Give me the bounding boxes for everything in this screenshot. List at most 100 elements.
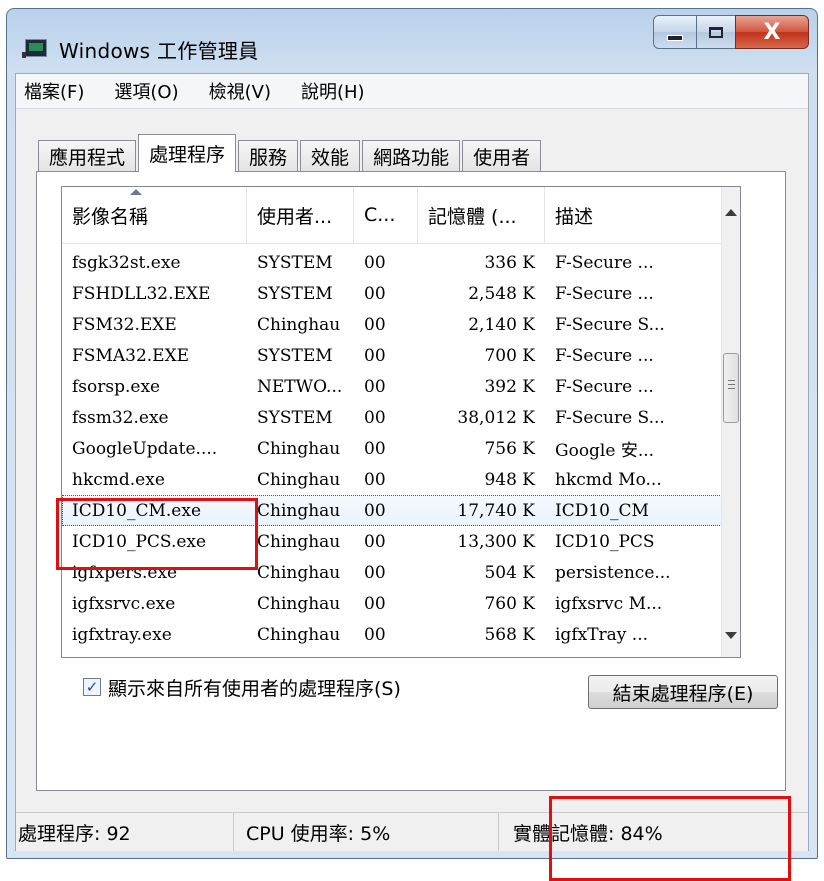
tab-performance[interactable]: 效能: [300, 140, 361, 172]
column-image-name[interactable]: 影像名稱: [62, 187, 247, 243]
cell-user-name: Chinghau: [257, 469, 341, 490]
menu-bar: 檔案(F) 選項(O) 檢視(V) 說明(H): [16, 74, 808, 109]
cell-image-name: FSHDLL32.EXE: [72, 283, 211, 304]
status-cpu-usage: CPU 使用率: 5%: [234, 813, 499, 851]
thumb-grip-line: [728, 388, 735, 389]
cell-description: F-Secure ...: [555, 376, 654, 397]
cell-user-name: Chinghau: [257, 314, 341, 335]
tab-applications[interactable]: 應用程式: [38, 140, 137, 172]
cell-memory: 760 K: [484, 593, 535, 614]
column-cpu[interactable]: C...: [354, 187, 418, 243]
menu-file[interactable]: 檔案(F): [20, 76, 88, 106]
annotation-highlight-end-process: [549, 796, 791, 881]
cell-memory: 756 K: [484, 438, 535, 459]
table-row[interactable]: GoogleUpdate.... Chinghau 00 756 K Google 安.…: [62, 433, 724, 464]
cell-description: ICD10_PCS: [555, 531, 655, 552]
process-list[interactable]: 影像名稱 使用者... C... 記憶體 (... 描述 fsgk32st.ex…: [61, 186, 741, 658]
cell-image-name: hkcmd.exe: [72, 469, 165, 490]
end-process-button[interactable]: 結束處理程序(E): [588, 675, 778, 709]
task-manager-app-icon: [22, 39, 47, 58]
scroll-up-icon[interactable]: [725, 209, 737, 216]
column-description[interactable]: 描述: [545, 187, 724, 243]
client-area: 檔案(F) 選項(O) 檢視(V) 說明(H) 應用程式 處理程序 服務 效能 …: [15, 73, 809, 851]
task-manager-window: Windows 工作管理員 X 檔案(F) 選項(O) 檢視(V) 說明(H) …: [6, 8, 818, 859]
cell-image-name: fsorsp.exe: [72, 376, 161, 397]
cell-cpu: 00: [364, 438, 386, 459]
column-image-name-label: 影像名稱: [72, 205, 149, 228]
thumb-grip-line: [728, 384, 735, 385]
cell-description: F-Secure ...: [555, 283, 654, 304]
cell-user-name: Chinghau: [257, 593, 341, 614]
annotation-highlight-icd10-rows: [56, 498, 258, 570]
tab-networking[interactable]: 網路功能: [362, 140, 461, 172]
cell-cpu: 00: [364, 593, 386, 614]
cell-memory: 2,548 K: [468, 283, 535, 304]
table-row[interactable]: FSM32.EXE Chinghau 00 2,140 K F-Secure S...: [62, 309, 724, 340]
tab-services[interactable]: 服務: [238, 140, 299, 172]
cell-image-name: fssm32.exe: [72, 407, 169, 428]
cell-image-name: GoogleUpdate....: [72, 438, 218, 459]
cell-user-name: SYSTEM: [257, 252, 333, 273]
cell-description: igfxTray ...: [555, 624, 649, 645]
cell-user-name: SYSTEM: [247, 656, 354, 658]
cell-cpu: 00: [364, 345, 386, 366]
cell-cpu: 00: [364, 469, 386, 490]
process-rows: fsgk32st.exe SYSTEM 00 336 K F-Secure ... FSH…: [62, 247, 724, 658]
cell-user-name: Chinghau: [257, 624, 341, 645]
thumb-grip-line: [728, 380, 735, 381]
scroll-down-icon[interactable]: [725, 632, 737, 639]
table-row[interactable]: fsorsp.exe NETWO... 00 392 K F-Secure ...: [62, 371, 724, 402]
vertical-scrollbar[interactable]: [721, 187, 740, 657]
table-row[interactable]: hkcmd.exe Chinghau 00 948 K hkcmd Mo...: [62, 464, 724, 495]
caption-buttons: X: [653, 15, 809, 53]
cell-memory: 392 K: [484, 376, 535, 397]
cell-description: igfxsrvc M...: [555, 593, 663, 614]
process-list-header: 影像名稱 使用者... C... 記憶體 (... 描述: [62, 187, 724, 244]
cell-cpu: 00: [364, 500, 386, 521]
cell-cpu: 00: [364, 407, 386, 428]
cell-description: F-Secure ...: [555, 252, 654, 273]
cell-image-name: IMEDICTUPD...: [62, 656, 247, 658]
menu-view[interactable]: 檢視(V): [205, 76, 275, 106]
minimize-button[interactable]: [653, 15, 697, 49]
cell-memory: 2,140 K: [468, 314, 535, 335]
table-row[interactable]: FSHDLL32.EXE SYSTEM 00 2,548 K F-Secure ...: [62, 278, 724, 309]
table-row[interactable]: IMEDICTUPD...SYSTEM00556 KMicrosoft ...: [62, 650, 724, 658]
table-row[interactable]: igfxsrvc.exe Chinghau 00 760 K igfxsrvc M...: [62, 588, 724, 619]
status-process-count: 處理程序: 92: [16, 813, 234, 851]
cell-memory: 13,300 K: [457, 531, 535, 552]
scroll-thumb[interactable]: [723, 353, 739, 423]
cell-description: Google 安...: [555, 441, 655, 461]
cell-user-name: SYSTEM: [257, 283, 333, 304]
show-all-users-checkbox[interactable]: ✓: [83, 678, 101, 696]
cell-cpu: 00: [364, 252, 386, 273]
table-row[interactable]: fsgk32st.exe SYSTEM 00 336 K F-Secure ...: [62, 247, 724, 278]
cell-memory: 38,012 K: [457, 407, 535, 428]
close-button[interactable]: X: [735, 15, 809, 49]
table-row[interactable]: igfxtray.exe Chinghau 00 568 K igfxTray ...: [62, 619, 724, 650]
cell-description: F-Secure S...: [555, 314, 665, 335]
cell-user-name: SYSTEM: [257, 345, 333, 366]
cell-image-name: igfxtray.exe: [72, 624, 172, 645]
cell-image-name: FSM32.EXE: [72, 314, 177, 335]
menu-options[interactable]: 選項(O): [110, 76, 182, 106]
cell-image-name: fsgk32st.exe: [72, 252, 181, 273]
maximize-button[interactable]: [696, 15, 736, 49]
cell-user-name: Chinghau: [257, 500, 341, 521]
column-memory[interactable]: 記憶體 (...: [418, 187, 545, 243]
cell-user-name: Chinghau: [257, 531, 341, 552]
tab-users[interactable]: 使用者: [462, 140, 542, 172]
table-row[interactable]: fssm32.exe SYSTEM 00 38,012 K F-Secure S...: [62, 402, 724, 433]
cell-cpu: 00: [354, 656, 418, 658]
cell-cpu: 00: [364, 562, 386, 583]
show-all-users-label[interactable]: 顯示來自所有使用者的處理程序(S): [108, 674, 401, 701]
title-bar[interactable]: Windows 工作管理員 X: [7, 9, 817, 73]
table-row[interactable]: FSMA32.EXE SYSTEM 00 700 K F-Secure ...: [62, 340, 724, 371]
cell-description: F-Secure S...: [555, 407, 665, 428]
column-user-name[interactable]: 使用者...: [247, 187, 354, 243]
maximize-icon: [709, 26, 723, 38]
cell-user-name: Chinghau: [257, 438, 341, 459]
menu-help[interactable]: 說明(H): [297, 76, 369, 106]
tab-processes[interactable]: 處理程序: [138, 134, 237, 172]
cell-image-name: igfxsrvc.exe: [72, 593, 176, 614]
